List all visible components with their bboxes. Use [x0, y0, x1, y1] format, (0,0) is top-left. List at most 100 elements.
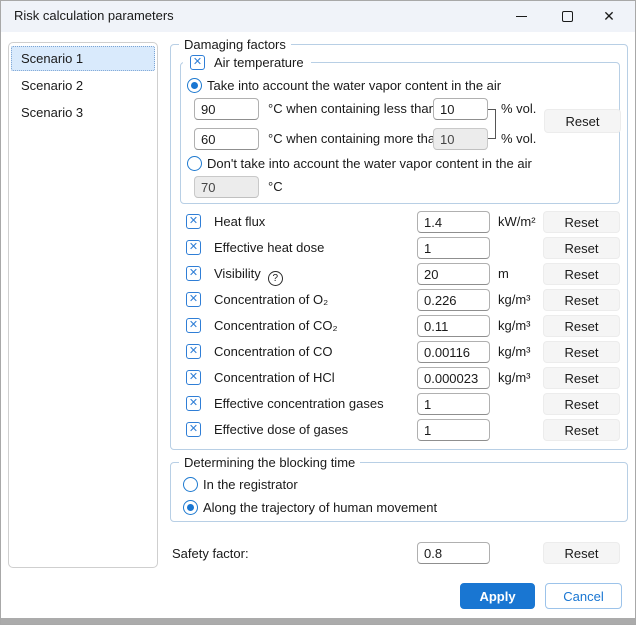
with-vapor-radio[interactable]: [187, 78, 202, 93]
in-registrator-radio[interactable]: [183, 477, 198, 492]
cancel-button[interactable]: Cancel: [545, 583, 622, 609]
vapor-content-more-input: [433, 128, 488, 150]
vapor-more-unit: % vol.: [501, 131, 536, 147]
close-icon: ✕: [603, 9, 615, 23]
list-item-scenario-1[interactable]: Scenario 1: [11, 46, 155, 71]
concentration-hcl-label: Concentration of HCl: [214, 370, 335, 386]
window-bottom-edge: [0, 618, 636, 625]
heat-flux-reset-button[interactable]: Reset: [543, 211, 620, 233]
concentration-co-reset-button[interactable]: Reset: [543, 341, 620, 363]
param-row-effective-dose-of-gases: Effective dose of gases Reset: [170, 419, 628, 445]
close-button[interactable]: ✕: [586, 0, 632, 32]
param-row-effective-concentration-gases: Effective concentration gases Reset: [170, 393, 628, 419]
effective-dose-of-gases-label: Effective dose of gases: [214, 422, 348, 438]
list-item-label: Scenario 3: [21, 105, 83, 120]
param-row-heat-flux: Heat flux kW/m² Reset: [170, 211, 628, 237]
concentration-hcl-reset-button[interactable]: Reset: [543, 367, 620, 389]
blocking-time-group: Determining the blocking time In the reg…: [170, 462, 628, 522]
concentration-co-input[interactable]: [417, 341, 490, 363]
list-item-label: Scenario 2: [21, 78, 83, 93]
effective-heat-dose-input[interactable]: [417, 237, 490, 259]
param-row-concentration-co2: Concentration of CO₂ kg/m³ Reset: [170, 315, 628, 341]
concentration-co2-checkbox[interactable]: [186, 318, 201, 333]
window-title: Risk calculation parameters: [14, 0, 174, 32]
concentration-o2-checkbox[interactable]: [186, 292, 201, 307]
heat-flux-unit: kW/m²: [498, 214, 536, 230]
effective-dose-of-gases-input[interactable]: [417, 419, 490, 441]
temp-more-label: °C when containing more than: [268, 131, 442, 147]
scenario-list: Scenario 1 Scenario 2 Scenario 3: [8, 42, 158, 568]
help-icon[interactable]: ?: [268, 271, 283, 286]
linked-values-bracket: [488, 109, 496, 139]
effective-concentration-gases-reset-button[interactable]: Reset: [543, 393, 620, 415]
concentration-co-label: Concentration of CO: [214, 344, 333, 360]
air-temperature-header: Air temperature: [183, 53, 311, 72]
safety-factor-input[interactable]: [417, 542, 490, 564]
effective-heat-dose-reset-button[interactable]: Reset: [543, 237, 620, 259]
air-temperature-label: Air temperature: [214, 55, 304, 70]
heat-flux-label: Heat flux: [214, 214, 265, 230]
concentration-o2-unit: kg/m³: [498, 292, 531, 308]
titlebar: Risk calculation parameters ✕: [0, 0, 636, 32]
air-temperature-checkbox[interactable]: [190, 55, 205, 70]
concentration-hcl-input[interactable]: [417, 367, 490, 389]
fixed-temp-input: [194, 176, 259, 198]
visibility-input[interactable]: [417, 263, 490, 285]
trajectory-label: Along the trajectory of human movement: [203, 500, 437, 516]
concentration-co2-input[interactable]: [417, 315, 490, 337]
effective-heat-dose-label: Effective heat dose: [214, 240, 324, 256]
safety-factor-reset-button[interactable]: Reset: [543, 542, 620, 564]
safety-factor-label: Safety factor:: [172, 546, 249, 562]
list-item-scenario-2[interactable]: Scenario 2: [11, 73, 155, 98]
concentration-co2-label: Concentration of CO₂: [214, 318, 338, 334]
apply-button[interactable]: Apply: [460, 583, 535, 609]
effective-heat-dose-checkbox[interactable]: [186, 240, 201, 255]
maximize-button[interactable]: [544, 0, 590, 32]
visibility-label: Visibility?: [214, 266, 283, 286]
damaging-factors-title: Damaging factors: [179, 36, 291, 53]
without-vapor-radio[interactable]: [187, 156, 202, 171]
effective-dose-of-gases-checkbox[interactable]: [186, 422, 201, 437]
concentration-o2-input[interactable]: [417, 289, 490, 311]
vapor-less-unit: % vol.: [501, 101, 536, 117]
concentration-hcl-checkbox[interactable]: [186, 370, 201, 385]
visibility-reset-button[interactable]: Reset: [543, 263, 620, 285]
minimize-icon: [516, 16, 527, 17]
in-registrator-label: In the registrator: [203, 477, 298, 493]
param-row-effective-heat-dose: Effective heat dose Reset: [170, 237, 628, 263]
param-row-concentration-hcl: Concentration of HCl kg/m³ Reset: [170, 367, 628, 393]
air-temperature-group: Air temperature Take into account the wa…: [180, 62, 620, 204]
visibility-checkbox[interactable]: [186, 266, 201, 281]
visibility-unit: m: [498, 266, 509, 282]
concentration-co2-unit: kg/m³: [498, 318, 531, 334]
concentration-co-unit: kg/m³: [498, 344, 531, 360]
effective-concentration-gases-checkbox[interactable]: [186, 396, 201, 411]
effective-concentration-gases-label: Effective concentration gases: [214, 396, 384, 412]
concentration-co2-reset-button[interactable]: Reset: [543, 315, 620, 337]
fixed-temp-unit: °C: [268, 179, 283, 195]
temp-less-input[interactable]: [194, 98, 259, 120]
with-vapor-label: Take into account the water vapor conten…: [207, 78, 501, 94]
param-row-concentration-co: Concentration of CO kg/m³ Reset: [170, 341, 628, 367]
temp-less-label: °C when containing less than: [268, 101, 436, 117]
heat-flux-checkbox[interactable]: [186, 214, 201, 229]
concentration-hcl-unit: kg/m³: [498, 370, 531, 386]
concentration-o2-label: Concentration of O₂: [214, 292, 328, 308]
list-item-scenario-3[interactable]: Scenario 3: [11, 100, 155, 125]
concentration-o2-reset-button[interactable]: Reset: [543, 289, 620, 311]
param-row-concentration-o2: Concentration of O₂ kg/m³ Reset: [170, 289, 628, 315]
concentration-co-checkbox[interactable]: [186, 344, 201, 359]
temp-more-input[interactable]: [194, 128, 259, 150]
param-row-visibility: Visibility? m Reset: [170, 263, 628, 289]
without-vapor-label: Don't take into account the water vapor …: [207, 156, 532, 172]
effective-concentration-gases-input[interactable]: [417, 393, 490, 415]
trajectory-radio[interactable]: [183, 500, 198, 515]
heat-flux-input[interactable]: [417, 211, 490, 233]
list-item-label: Scenario 1: [21, 51, 83, 66]
effective-dose-of-gases-reset-button[interactable]: Reset: [543, 419, 620, 441]
blocking-time-title: Determining the blocking time: [179, 454, 360, 471]
air-temperature-reset-button[interactable]: Reset: [544, 109, 621, 133]
vapor-content-less-input[interactable]: [433, 98, 488, 120]
maximize-icon: [562, 11, 573, 22]
minimize-button[interactable]: [498, 0, 544, 32]
